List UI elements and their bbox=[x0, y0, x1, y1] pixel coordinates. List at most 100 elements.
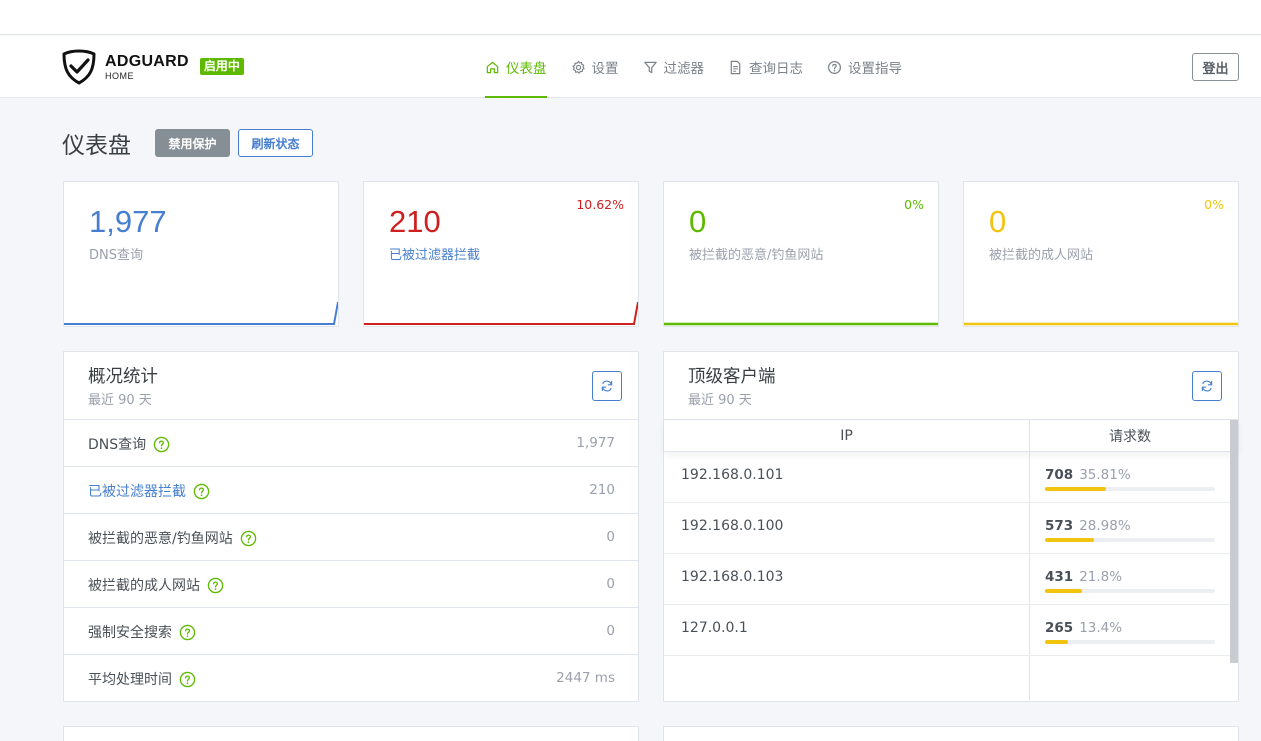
sparkline-chart bbox=[964, 322, 1238, 326]
top-strip bbox=[0, 0, 1261, 35]
row-label: 平均处理时间 bbox=[88, 672, 172, 688]
nav-dashboard[interactable]: 仪表盘 bbox=[485, 36, 547, 98]
progress-bar bbox=[1045, 589, 1215, 593]
table-header: IP 请求数 bbox=[664, 420, 1238, 452]
row-label: 强制安全搜索 bbox=[88, 625, 172, 641]
nav-settings[interactable]: 设置 bbox=[571, 36, 619, 98]
stats-row-blocked-adult: 被拦截的成人网站 0 bbox=[64, 561, 638, 608]
panel-subtitle: 最近 90 天 bbox=[88, 393, 152, 408]
stat-percent: 0% bbox=[904, 197, 924, 212]
request-percent: 13.4% bbox=[1079, 620, 1123, 636]
stats-row-avg-time: 平均处理时间 2447 ms bbox=[64, 655, 638, 702]
row-value: 2447 ms bbox=[556, 670, 615, 686]
stat-value: 1,977 bbox=[89, 204, 167, 239]
stat-value: 0 bbox=[989, 204, 1007, 239]
progress-bar-fill bbox=[1045, 538, 1095, 542]
refresh-button[interactable] bbox=[1192, 371, 1222, 401]
nav-setup-guide[interactable]: 设置指导 bbox=[827, 36, 902, 98]
stats-row-blocked-filters: 已被过滤器拦截 210 bbox=[64, 467, 638, 514]
brand-name: ADGUARD bbox=[105, 52, 189, 70]
request-count: 431 bbox=[1045, 569, 1074, 585]
table-row: 192.168.0.101 708 35.81% bbox=[664, 452, 1238, 503]
table-row: 192.168.0.100 573 28.98% bbox=[664, 503, 1238, 554]
header: ADGUARD HOME 启用中 仪表盘 设置 过滤器 查询日志 设置指导 登出 bbox=[0, 36, 1261, 98]
nav-query-log[interactable]: 查询日志 bbox=[728, 36, 803, 98]
nav-filters[interactable]: 过滤器 bbox=[643, 36, 705, 98]
help-icon[interactable] bbox=[207, 577, 224, 594]
logo[interactable]: ADGUARD HOME 启用中 bbox=[62, 49, 244, 85]
client-ip[interactable]: 192.168.0.101 bbox=[664, 452, 1030, 502]
row-value: 210 bbox=[589, 482, 615, 498]
request-percent: 28.98% bbox=[1079, 518, 1131, 534]
column-header-requests[interactable]: 请求数 bbox=[1030, 420, 1230, 452]
stats-list: DNS查询 1,977 已被过滤器拦截 210 被拦截的恶意/钓鱼网站 0 被拦… bbox=[64, 420, 638, 702]
top-clients-panel: 顶级客户端 最近 90 天 IP 请求数 192.168.0.101 708 35… bbox=[663, 351, 1239, 702]
table-row: 192.168.0.103 431 21.8% bbox=[664, 554, 1238, 605]
stat-label: 被拦截的成人网站 bbox=[989, 248, 1094, 263]
brand-sub: HOME bbox=[105, 70, 134, 81]
stat-label: 被拦截的恶意/钓鱼网站 bbox=[689, 248, 824, 263]
main-nav: 仪表盘 设置 过滤器 查询日志 设置指导 bbox=[485, 36, 926, 98]
help-icon[interactable] bbox=[153, 436, 170, 453]
scrollbar[interactable] bbox=[1230, 420, 1238, 663]
request-count: 708 bbox=[1045, 467, 1074, 483]
progress-bar-fill bbox=[1045, 640, 1068, 644]
row-label: 被拦截的成人网站 bbox=[88, 578, 200, 594]
stat-card-blocked-filters: 10.62% 210 已被过滤器拦截 bbox=[363, 181, 639, 327]
stat-card-blocked-malware: 0% 0 被拦截的恶意/钓鱼网站 bbox=[663, 181, 939, 327]
next-panel-right bbox=[663, 726, 1239, 741]
refresh-button[interactable] bbox=[592, 371, 622, 401]
stat-card-blocked-adult: 0% 0 被拦截的成人网站 bbox=[963, 181, 1239, 327]
refresh-icon bbox=[601, 380, 613, 392]
table-row: 127.0.0.1 265 13.4% bbox=[664, 605, 1238, 656]
progress-bar bbox=[1045, 487, 1215, 491]
stat-percent: 0% bbox=[1204, 197, 1224, 212]
disable-protection-button[interactable]: 禁用保护 bbox=[155, 129, 230, 157]
next-panel-left bbox=[63, 726, 639, 741]
stats-row-safe-search: 强制安全搜索 0 bbox=[64, 608, 638, 655]
stats-row-blocked-malware: 被拦截的恶意/钓鱼网站 0 bbox=[64, 514, 638, 561]
request-cell: 265 13.4% bbox=[1030, 605, 1230, 655]
client-ip[interactable]: 192.168.0.100 bbox=[664, 503, 1030, 553]
gear-icon bbox=[572, 60, 585, 74]
panel-title: 顶级客户端 bbox=[688, 367, 776, 387]
shield-icon bbox=[62, 49, 96, 85]
progress-bar bbox=[1045, 538, 1215, 542]
client-ip[interactable]: 127.0.0.1 bbox=[664, 605, 1030, 655]
progress-bar bbox=[1045, 640, 1215, 644]
page-title: 仪表盘 bbox=[62, 133, 131, 159]
row-value: 0 bbox=[606, 529, 615, 545]
refresh-icon bbox=[1201, 380, 1213, 392]
row-value: 1,977 bbox=[576, 435, 615, 451]
request-percent: 35.81% bbox=[1079, 467, 1131, 483]
row-value: 0 bbox=[606, 623, 615, 639]
nav-label: 设置 bbox=[591, 61, 619, 77]
request-cell: 708 35.81% bbox=[1030, 452, 1230, 502]
general-statistics-panel: 概况统计 最近 90 天 DNS查询 1,977 已被过滤器拦截 210 被拦截… bbox=[63, 351, 639, 702]
row-label[interactable]: 已被过滤器拦截 bbox=[88, 481, 186, 501]
request-count: 265 bbox=[1045, 620, 1074, 636]
row-label: DNS查询 bbox=[88, 437, 147, 453]
table-row-empty bbox=[664, 656, 1238, 700]
panel-header: 顶级客户端 最近 90 天 bbox=[664, 352, 1238, 420]
stat-label: DNS查询 bbox=[89, 248, 143, 263]
refresh-status-button[interactable]: 刷新状态 bbox=[238, 129, 313, 157]
column-header-ip[interactable]: IP bbox=[664, 420, 1030, 452]
panel-header: 概况统计 最近 90 天 bbox=[64, 352, 638, 420]
clients-table: IP 请求数 192.168.0.101 708 35.81% 192.168.0… bbox=[664, 420, 1238, 700]
logout-button[interactable]: 登出 bbox=[1192, 53, 1239, 81]
help-circle-icon bbox=[827, 60, 842, 74]
status-badge: 启用中 bbox=[199, 57, 244, 75]
progress-bar-fill bbox=[1045, 589, 1083, 593]
row-label: 被拦截的恶意/钓鱼网站 bbox=[88, 531, 233, 547]
help-icon[interactable] bbox=[240, 530, 257, 547]
nav-label: 过滤器 bbox=[663, 61, 705, 77]
client-ip[interactable]: 192.168.0.103 bbox=[664, 554, 1030, 604]
stat-percent: 10.62% bbox=[576, 197, 624, 212]
request-count: 573 bbox=[1045, 518, 1074, 534]
sparkline-chart bbox=[664, 322, 938, 326]
help-icon[interactable] bbox=[179, 671, 196, 688]
help-icon[interactable] bbox=[179, 624, 196, 641]
stats-row-dns-queries: DNS查询 1,977 bbox=[64, 420, 638, 467]
help-icon[interactable] bbox=[193, 483, 210, 500]
